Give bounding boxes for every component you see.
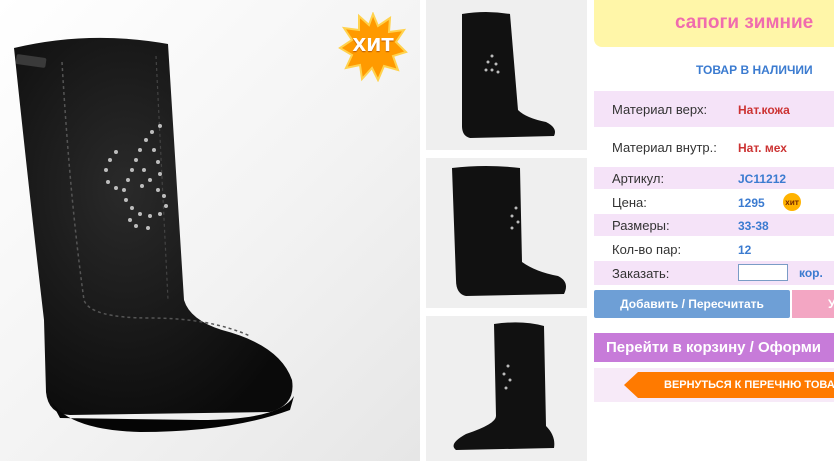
- back-bar: ВЕРНУТЬСЯ К ПЕРЕЧНЮ ТОВА: [594, 368, 834, 402]
- thumbnail-3[interactable]: [426, 316, 587, 461]
- starburst-icon: ХИТ: [783, 193, 801, 211]
- price-hit-badge: ХИТ: [782, 192, 802, 212]
- order-quantity-input[interactable]: [738, 264, 788, 281]
- spec-row-material-inner: Материал внутр.: Нат. мех: [594, 128, 834, 166]
- spec-label: Кол-во пар:: [612, 242, 682, 257]
- spec-row-material-top: Материал верх: Нат.кожа: [594, 91, 834, 127]
- spec-row-article: Артикул: JC11212: [594, 167, 834, 189]
- spec-label: Цена:: [612, 195, 647, 210]
- go-to-cart-button[interactable]: Перейти в корзину / Оформи: [594, 333, 834, 362]
- spec-value: 1295: [738, 196, 765, 210]
- spec-value: Нат. мех: [738, 141, 787, 155]
- hit-badge-label: ХИТ: [352, 35, 394, 56]
- add-recalculate-button[interactable]: Добавить / Пересчитать: [594, 290, 790, 318]
- spec-label: Артикул:: [612, 171, 665, 186]
- spec-row-pairs: Кол-во пар: 12: [594, 237, 834, 260]
- spec-label: Материал верх:: [612, 102, 708, 117]
- boot-front-view-icon: [462, 12, 555, 138]
- spec-row-order: Заказать: кор.: [594, 261, 834, 285]
- product-title-box: сапоги зимние: [594, 0, 834, 47]
- spec-value: 33-38: [738, 219, 769, 233]
- order-unit: кор.: [799, 266, 823, 280]
- svg-text:ХИТ: ХИТ: [785, 200, 800, 207]
- product-title: сапоги зимние: [675, 12, 814, 33]
- back-to-list-button[interactable]: ВЕРНУТЬСЯ К ПЕРЕЧНЮ ТОВА: [624, 372, 834, 398]
- thumbnail-2[interactable]: [426, 158, 587, 308]
- spec-row-price: Цена: 1295 ХИТ: [594, 190, 834, 213]
- order-label: Заказать:: [612, 266, 670, 281]
- delete-button[interactable]: У: [792, 290, 834, 318]
- thumbnail-1[interactable]: [426, 0, 587, 150]
- spec-label: Размеры:: [612, 218, 670, 233]
- main-product-image[interactable]: ХИТ: [0, 0, 420, 461]
- spec-label: Материал внутр.:: [612, 140, 717, 155]
- spec-row-sizes: Размеры: 33-38: [594, 214, 834, 236]
- hit-badge: ХИТ: [338, 11, 408, 83]
- spec-value: 12: [738, 243, 752, 257]
- stock-status: ТОВАР В НАЛИЧИИ: [696, 63, 813, 77]
- spec-value: Нат.кожа: [738, 103, 790, 117]
- spec-value: JC11212: [738, 172, 787, 186]
- boot-back-view-icon: [453, 322, 555, 450]
- boot-side-view-icon: [452, 166, 566, 296]
